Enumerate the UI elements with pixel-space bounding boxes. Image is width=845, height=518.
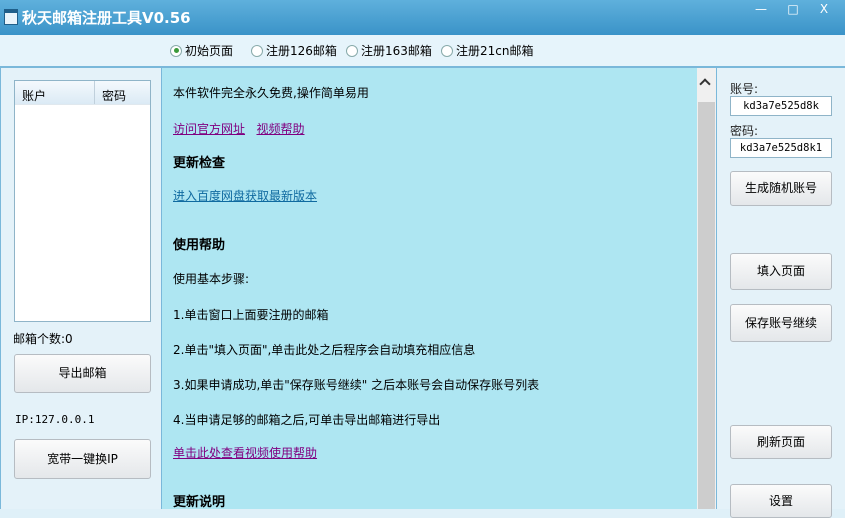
links-row: 访问官方网址 视频帮助 [173, 120, 304, 137]
fill-page-button[interactable]: 填入页面 [730, 253, 832, 290]
mailbox-count: 邮箱个数:0 [13, 332, 73, 346]
scrollbar[interactable] [697, 68, 716, 509]
column-password[interactable]: 密码 [95, 81, 133, 104]
help-heading: 使用帮助 [173, 238, 226, 253]
content-panel: 本件软件完全永久免费,操作简单易用 访问官方网址 视频帮助 更新检查 进入百度网… [162, 68, 717, 510]
step-item: 2.单击"填入页面",单击此处之后程序会自动填充相应信息 [173, 343, 476, 357]
official-site-link[interactable]: 访问官方网址 [173, 122, 245, 136]
scrollbar-thumb[interactable] [698, 102, 715, 509]
scroll-up-icon[interactable] [699, 78, 711, 90]
column-account[interactable]: 账户 [15, 81, 95, 104]
radio-label: 注册21cn邮箱 [456, 44, 534, 58]
list-header: 账户 密码 [15, 81, 150, 105]
radio-register-126[interactable]: 注册126邮箱 [251, 42, 337, 59]
radio-label: 注册126邮箱 [266, 44, 337, 58]
radio-label: 注册163邮箱 [361, 44, 432, 58]
export-mailbox-button[interactable]: 导出邮箱 [14, 354, 151, 393]
close-button[interactable]: X [806, 0, 842, 20]
change-ip-button[interactable]: 宽带一键换IP [14, 439, 151, 479]
account-input[interactable]: kd3a7e525d8k [730, 96, 832, 116]
step-item: 3.如果申请成功,单击"保存账号继续" 之后本账号会自动保存账号列表 [173, 378, 540, 392]
intro-text: 本件软件完全永久免费,操作简单易用 [173, 86, 369, 100]
video-tutorial-link[interactable]: 单击此处查看视频使用帮助 [173, 444, 317, 461]
window-title: 秋天邮箱注册工具V0.56 [22, 9, 191, 27]
radio-label: 初始页面 [185, 44, 234, 58]
minimize-button[interactable]: — [746, 0, 776, 20]
maximize-button[interactable]: □ [778, 0, 808, 20]
radio-icon [251, 44, 263, 57]
update-heading: 更新检查 [173, 156, 226, 171]
step-item: 4.当申请足够的邮箱之后,可单击导出邮箱进行导出 [173, 413, 441, 427]
radio-register-163[interactable]: 注册163邮箱 [346, 42, 432, 59]
generate-account-button[interactable]: 生成随机账号 [730, 171, 832, 206]
save-account-button[interactable]: 保存账号继续 [730, 304, 832, 342]
settings-button[interactable]: 设置 [730, 484, 832, 518]
radio-initial-page[interactable]: 初始页面 [170, 42, 233, 59]
radio-register-21cn[interactable]: 注册21cn邮箱 [441, 42, 533, 59]
right-panel: 账号: kd3a7e525d8k 密码: kd3a7e525d8k1 生成随机账… [717, 68, 845, 518]
video-help-link[interactable]: 视频帮助 [256, 122, 304, 136]
notes-heading: 更新说明 [173, 495, 226, 510]
account-list[interactable]: 账户 密码 [14, 80, 151, 322]
account-label: 账号: [730, 82, 759, 96]
refresh-page-button[interactable]: 刷新页面 [730, 425, 832, 459]
baidu-download-link[interactable]: 进入百度网盘获取最新版本 [173, 187, 317, 204]
radio-icon [346, 44, 358, 57]
ip-label: IP:127.0.0.1 [15, 413, 95, 426]
password-label: 密码: [730, 124, 759, 138]
step-item: 1.单击窗口上面要注册的邮箱 [173, 308, 329, 322]
radio-icon [441, 44, 453, 57]
left-panel: 账户 密码 邮箱个数:0 导出邮箱 IP:127.0.0.1 宽带一键换IP [0, 68, 162, 509]
title-bar: 秋天邮箱注册工具V0.56 — □ X [0, 0, 845, 35]
steps-title: 使用基本步骤: [173, 272, 250, 286]
app-icon [4, 9, 18, 25]
radio-icon [170, 44, 182, 57]
password-input[interactable]: kd3a7e525d8k1 [730, 138, 832, 158]
